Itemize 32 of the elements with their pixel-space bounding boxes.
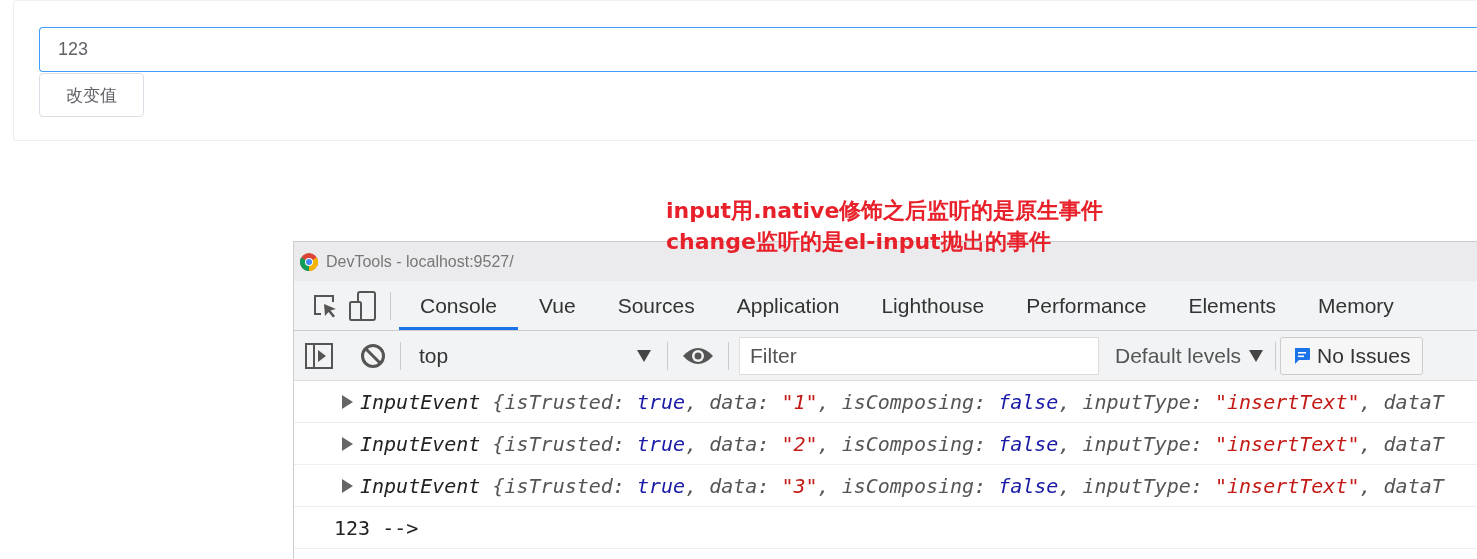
filter-field[interactable]: Filter xyxy=(739,336,1099,375)
devtools-tab[interactable]: Sources xyxy=(596,284,716,330)
annotation-text: input用.native修饰之后监听的是原生事件 xyxy=(666,197,1105,225)
browser-logo-icon xyxy=(300,252,318,271)
console-message: InputEvent {isTrusted: true, data: "2", isComposing: false, inputType: "insertText", dataT xyxy=(360,431,1444,456)
devtools-tab[interactable]: Performance xyxy=(1005,284,1168,330)
text-input[interactable]: 123 xyxy=(39,27,1477,72)
devtools-tab[interactable]: Application xyxy=(715,284,861,330)
window-title: DevTools - localhost:9527/ xyxy=(326,252,514,271)
context-select[interactable]: top xyxy=(409,337,659,374)
device-toolbar-icon[interactable] xyxy=(349,290,377,321)
console-message: 123 --> xyxy=(334,515,419,540)
console-message: InputEvent {isTrusted: true, data: "1", isComposing: false, inputType: "insertText", dataT xyxy=(360,389,1444,414)
devtools-tab[interactable]: Lighthouse xyxy=(860,284,1006,330)
caret-icon xyxy=(1249,349,1264,362)
log-levels-dropdown[interactable]: Default levels xyxy=(1099,343,1272,368)
annotation-text: change监听的是el-input抛出的事件 xyxy=(666,228,1052,256)
expand-triangle-icon[interactable] xyxy=(342,394,353,409)
devtools-tab[interactable]: Memory xyxy=(1296,284,1415,330)
issues-button[interactable]: No Issues xyxy=(1280,336,1424,375)
caret-icon xyxy=(637,349,651,362)
devtools-tab[interactable]: Vue xyxy=(518,284,597,330)
expand-triangle-icon[interactable] xyxy=(342,436,353,451)
devtools-tab[interactable]: Elements xyxy=(1167,284,1297,330)
eye-icon[interactable] xyxy=(682,345,714,366)
clear-console-icon[interactable] xyxy=(360,342,386,369)
inspect-icon[interactable] xyxy=(312,292,338,319)
message-icon xyxy=(1293,346,1312,365)
change-value-button[interactable]: 改变值 xyxy=(39,73,144,117)
console-message: InputEvent {isTrusted: true, data: "3", isComposing: false, inputType: "insertText", dataT xyxy=(360,473,1444,498)
sidebar-toggle-icon[interactable] xyxy=(305,342,333,369)
expand-triangle-icon[interactable] xyxy=(342,478,353,493)
